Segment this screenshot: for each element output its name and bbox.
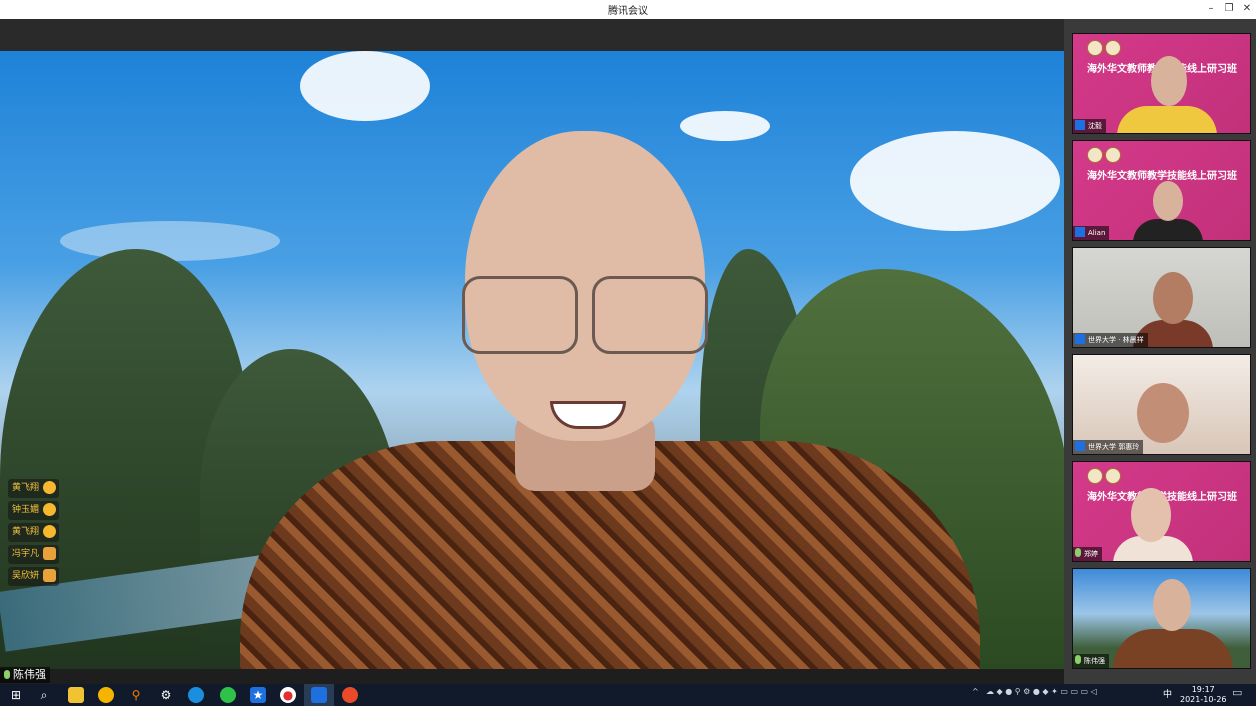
tray-icons[interactable]: ☁ ◆ ● ⚲ ⚙ ● ◆ ✦ ▭ ▭ ▭ ◁ xyxy=(986,687,1097,696)
logo-icon xyxy=(1105,40,1121,56)
main-stage: 黄飞翔 钟玉媚 黄飞翔 冯宇凡 吴欣妍 陈伟强 xyxy=(0,19,1064,684)
participant-face xyxy=(1153,272,1193,324)
clap-icon xyxy=(43,503,57,516)
reaction-name: 黄飞翔 xyxy=(12,527,40,537)
windows-start-icon[interactable]: ⊞ xyxy=(8,687,24,703)
clap-icon xyxy=(43,525,57,538)
user-icon xyxy=(1075,334,1085,344)
tencent-meeting-taskbar-button[interactable] xyxy=(304,684,334,706)
logo-icon xyxy=(1087,40,1103,56)
reaction-name: 冯宇凡 xyxy=(12,549,40,559)
participant-face xyxy=(1153,579,1191,631)
reaction-badge: 吴欣妍 xyxy=(8,567,60,586)
participant-tile[interactable]: 海外华文教师教学技能线上研习班 郑婷 xyxy=(1072,461,1251,562)
thumbs-up-icon xyxy=(43,547,57,560)
logo-icon xyxy=(1087,147,1103,163)
participant-face xyxy=(1131,488,1171,542)
clock-time: 19:17 xyxy=(1191,685,1215,694)
tile-label: 世界大学 · 林晨祥 xyxy=(1073,333,1148,347)
participant-body xyxy=(1113,629,1233,668)
participant-body xyxy=(1133,219,1203,240)
thumbs-up-icon xyxy=(43,569,57,582)
logo-icon xyxy=(1105,147,1121,163)
record-icon[interactable]: ● xyxy=(280,687,296,703)
app-icon[interactable]: ⚙ xyxy=(158,687,174,703)
search-icon[interactable]: ⌕ xyxy=(36,687,52,703)
clap-icon xyxy=(43,481,57,494)
reaction-name: 钟玉媚 xyxy=(12,505,40,515)
tencent-meeting-icon xyxy=(311,687,327,703)
speaker-name: 陈伟强 xyxy=(13,668,46,681)
notification-icon[interactable]: ▭ xyxy=(1232,686,1242,699)
minimize-icon[interactable]: – xyxy=(1204,2,1218,16)
tile-label: 郑婷 xyxy=(1073,547,1102,561)
logo-icon xyxy=(1105,468,1121,484)
reaction-badge: 黄飞翔 xyxy=(8,479,60,498)
restore-icon[interactable]: ❐ xyxy=(1222,2,1236,16)
participant-tile[interactable]: 世界大学 · 林晨祥 xyxy=(1072,247,1251,348)
reaction-badge: 黄飞翔 xyxy=(8,523,60,542)
user-icon xyxy=(1075,227,1085,237)
edge-browser-icon[interactable] xyxy=(188,687,204,703)
ime-indicator[interactable]: 中 xyxy=(1163,687,1172,700)
tile-label: 陈伟强 xyxy=(1073,654,1109,668)
participant-tile[interactable]: 海外华文教师教学技能线上研习班 沈毅 xyxy=(1072,33,1251,134)
app-icon[interactable] xyxy=(98,687,114,703)
participant-tile[interactable]: 海外华文教师教学技能线上研习班 Alian xyxy=(1072,140,1251,241)
taskbar-clock[interactable]: 19:17 2021-10-26 xyxy=(1180,685,1227,705)
reaction-name: 吴欣妍 xyxy=(12,571,40,581)
logo-icon xyxy=(1087,468,1103,484)
file-explorer-icon[interactable] xyxy=(68,687,84,703)
reaction-badge: 钟玉媚 xyxy=(8,501,60,520)
banner-title: 海外华文教师教学技能线上研习班 xyxy=(1087,171,1237,182)
title-bar: 腾讯会议 – ❐ ✕ xyxy=(0,0,1256,20)
close-icon[interactable]: ✕ xyxy=(1240,2,1254,16)
participant-panel: 海外华文教师教学技能线上研习班 沈毅 海外华文教师教学技能线上研习班 Alian… xyxy=(1064,19,1256,684)
tile-label: 沈毅 xyxy=(1073,119,1106,133)
participant-body xyxy=(1117,106,1217,133)
participant-tile[interactable]: 世界大学 郭惠玲 xyxy=(1072,354,1251,455)
main-video[interactable]: 黄飞翔 钟玉媚 黄飞翔 冯宇凡 吴欣妍 xyxy=(0,51,1064,669)
user-icon xyxy=(1075,120,1085,130)
glasses xyxy=(462,276,712,356)
mic-icon xyxy=(4,670,10,679)
clock-date: 2021-10-26 xyxy=(1180,695,1227,704)
taskbar: ⊞ ⌕ ⚲ ⚙ ★ ● ^ ☁ ◆ ● ⚲ ⚙ ● ◆ ✦ ▭ ▭ ▭ ◁ 中 … xyxy=(0,684,1256,706)
speaker-person xyxy=(230,111,980,669)
tray-chevron-icon[interactable]: ^ xyxy=(972,687,979,696)
stage-top-strip xyxy=(0,19,1064,51)
participant-face xyxy=(1151,56,1187,106)
mic-icon xyxy=(1075,655,1081,664)
reaction-name: 黄飞翔 xyxy=(12,483,40,493)
participant-face xyxy=(1137,383,1189,443)
wechat-icon[interactable] xyxy=(220,687,236,703)
tile-label: Alian xyxy=(1073,226,1110,240)
window-title: 腾讯会议 xyxy=(608,6,648,17)
search-app-icon[interactable]: ⚲ xyxy=(128,687,144,703)
app-icon[interactable]: ★ xyxy=(250,687,266,703)
user-icon xyxy=(1075,441,1085,451)
speaker-name-tag: 陈伟强 xyxy=(0,667,50,683)
participant-tile[interactable]: 陈伟强 xyxy=(1072,568,1251,669)
browser-icon[interactable] xyxy=(342,687,358,703)
participant-face xyxy=(1153,181,1183,221)
mic-icon xyxy=(1075,548,1081,557)
reaction-badge: 冯宇凡 xyxy=(8,545,60,564)
tile-label: 世界大学 郭惠玲 xyxy=(1073,440,1144,454)
